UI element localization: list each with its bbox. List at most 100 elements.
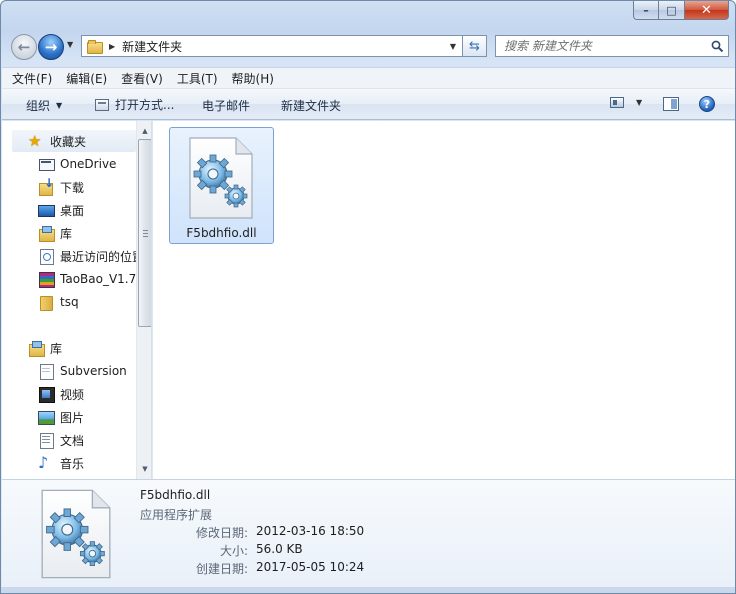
nav-item-subversion[interactable]: Subversion [38,360,138,382]
file-list[interactable]: F5bdhfio.dll [153,121,735,479]
nav-item-music[interactable]: ♪ 音乐 [38,452,138,474]
refresh-icon: ⇆ [469,38,480,54]
details-file-name: F5bdhfio.dll [140,488,211,502]
nav-scrollbar[interactable]: ▲ ▼ [136,121,151,479]
details-key: 修改日期: [195,526,248,540]
back-button[interactable]: ← [11,34,37,60]
help-icon[interactable]: ? [699,96,715,112]
libraries-label: 库 [50,341,63,356]
nav-favorites-header[interactable]: ★ 收藏夹 [12,130,136,152]
nav-item-label: 音乐 [60,456,85,471]
breadcrumb-separator-icon[interactable]: ▶ [109,42,115,51]
nav-item-label: 下载 [60,180,85,195]
file-name: F5bdhfio.dll [186,226,257,240]
navigation-pane: ★ 收藏夹 OneDrive 下载 桌面 库 最近访问的位置 [2,121,152,479]
library-icon [28,340,45,357]
forward-button[interactable]: → [38,34,64,60]
details-modified-row: 修改日期: 2012-03-16 18:50 [140,524,400,542]
menu-bar: 文件(F) 编辑(E) 查看(V) 工具(T) 帮助(H) [2,67,735,89]
details-size-row: 大小: 56.0 KB [140,542,400,560]
nav-item-documents[interactable]: 文档 [38,429,138,451]
nav-libraries-header[interactable]: 库 [12,337,136,359]
menu-file[interactable]: 文件(F) [12,70,52,87]
nav-item-downloads[interactable]: 下载 [38,176,138,198]
nav-item-tsq[interactable]: tsq [38,291,138,313]
details-file-type: 应用程序扩展 [140,508,213,522]
email-label: 电子邮件 [202,99,251,113]
open-with-label: 打开方式... [115,98,175,112]
details-value[interactable]: 2012-03-16 18:50 [256,524,364,538]
library-icon [38,225,55,242]
nav-item-videos[interactable]: 视频 [38,383,138,405]
preview-pane-icon[interactable] [663,97,679,111]
details-created-row: 创建日期: 2017-05-05 10:24 [140,560,400,578]
documents-icon [38,432,54,449]
nav-item-library[interactable]: 库 [38,222,138,244]
menu-view[interactable]: 查看(V) [121,70,163,87]
explorer-window: – □ ✕ ← → ▼ ▶ 新建文件夹 ▼ ⇆ 文件(F) 编辑(E) 查看(V… [0,0,736,594]
scroll-down-arrow-icon[interactable]: ▼ [137,461,151,477]
nav-item-label: 库 [60,226,73,241]
address-dropdown-icon[interactable]: ▼ [450,42,456,51]
search-input[interactable] [496,36,706,56]
chevron-down-icon: ▼ [56,101,63,110]
breadcrumb-item[interactable]: 新建文件夹 [122,38,182,55]
nav-item-pictures[interactable]: 图片 [38,406,138,428]
document-library-icon [38,363,54,380]
new-folder-label: 新建文件夹 [281,99,342,113]
forward-arrow-icon: → [44,38,58,56]
details-key: 大小: [219,544,248,558]
favorites-label: 收藏夹 [50,134,87,149]
search-icon[interactable] [706,40,728,53]
desktop-icon [38,202,55,218]
downloads-icon [38,176,54,196]
nav-item-recent-places[interactable]: 最近访问的位置 [38,245,138,267]
menu-edit[interactable]: 编辑(E) [66,70,107,87]
nav-item-desktop[interactable]: 桌面 [38,199,138,221]
email-button[interactable]: 电子邮件 [202,97,250,114]
onedrive-icon [38,156,55,172]
scroll-thumb[interactable] [138,139,151,327]
window-bottom-edge [1,587,735,593]
chevron-down-icon[interactable]: ▼ [636,98,642,107]
nav-item-onedrive[interactable]: OneDrive [38,153,138,175]
search-box[interactable] [495,35,729,57]
details-value[interactable]: 2017-05-05 10:24 [256,560,364,574]
menu-tools[interactable]: 工具(T) [177,70,218,87]
folder-icon [87,40,103,54]
scroll-up-arrow-icon[interactable]: ▲ [137,123,151,139]
folder-icon [38,294,54,311]
change-view-button[interactable]: ▼ [610,97,642,108]
minimize-button[interactable]: – [633,1,659,20]
dll-gear-file-icon [41,489,111,579]
music-icon: ♪ [38,453,49,472]
archive-icon [38,271,55,288]
menu-help[interactable]: 帮助(H) [232,70,274,87]
nav-item-label: Subversion [60,364,127,378]
recent-places-icon [38,248,54,265]
refresh-button[interactable]: ⇆ [463,35,487,57]
nav-item-taobao[interactable]: TaoBao_V1.7 [38,268,138,290]
nav-item-label: OneDrive [60,157,117,171]
details-value: 56.0 KB [256,542,303,556]
nav-item-label: tsq [60,295,79,309]
details-key: 创建日期: [195,562,248,576]
close-button[interactable]: ✕ [685,1,729,20]
nav-item-label: TaoBao_V1.7 [60,272,137,286]
open-with-button[interactable]: 打开方式... [95,96,174,113]
nav-item-label: 视频 [60,387,85,402]
picture-icon [38,409,55,425]
nav-item-label: 桌面 [60,203,85,218]
file-item[interactable]: F5bdhfio.dll [169,127,274,244]
video-icon [38,386,55,403]
command-bar: 组织 ▼ 打开方式... 电子邮件 新建文件夹 ▼ ? [2,89,735,120]
recent-pages-dropdown[interactable]: ▼ [67,40,73,49]
new-folder-button[interactable]: 新建文件夹 [281,97,341,114]
star-icon: ★ [28,132,42,150]
maximize-button[interactable]: □ [659,1,685,20]
view-icon [610,97,624,108]
nav-item-label: 图片 [60,410,85,425]
organize-button[interactable]: 组织 ▼ [26,97,62,114]
address-bar[interactable]: ▶ 新建文件夹 ▼ [81,35,463,57]
nav-item-label: 文档 [60,433,85,448]
